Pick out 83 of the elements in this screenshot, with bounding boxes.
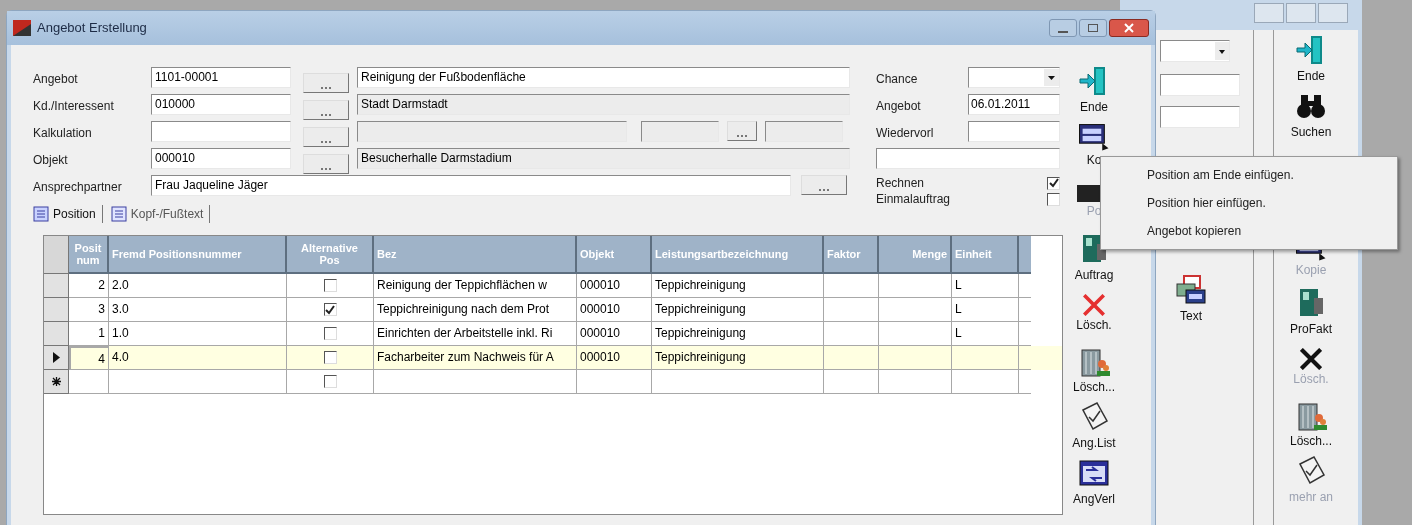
table-cell (69, 370, 109, 394)
field-label: Kd./Interessent (33, 98, 115, 115)
lookup-button[interactable] (303, 154, 349, 174)
calendar-arrow-icon (1079, 123, 1109, 151)
lookup-button[interactable] (303, 127, 349, 147)
chance-dropdown[interactable] (968, 67, 1060, 88)
table-cell: 1 (69, 322, 109, 346)
table-cell (952, 370, 1019, 394)
toolbar-button[interactable]: Lösch. (1063, 285, 1125, 341)
input-field[interactable] (765, 121, 843, 142)
code-field[interactable]: 010000 (151, 94, 291, 115)
grid-corner (44, 236, 69, 274)
field-label: Wiedervorl (876, 125, 935, 142)
tab[interactable]: Kopf-/Fußtext (110, 205, 211, 223)
contact-field[interactable]: Frau Jaqueline Jäger (151, 175, 791, 196)
minimize-button[interactable] (1049, 19, 1077, 37)
alternative-checkbox[interactable] (323, 279, 337, 292)
description-field[interactable]: Stadt Darmstadt (357, 94, 850, 115)
list-icon (33, 206, 49, 222)
code-field[interactable]: 000010 (151, 148, 291, 169)
table-cell (824, 370, 879, 394)
maximize-button[interactable] (1079, 19, 1107, 37)
toolbar-button[interactable]: ProFakt (1280, 283, 1342, 339)
input-field[interactable] (876, 148, 1060, 169)
close-icon (1124, 23, 1134, 33)
field-label: Objekt (33, 152, 69, 169)
delete-icon (1083, 294, 1105, 316)
date-field[interactable] (968, 121, 1060, 142)
app-logo-icon (13, 20, 31, 36)
minimize-button[interactable] (1254, 3, 1284, 23)
field-label: Angebot (876, 98, 922, 115)
toolbar-button[interactable]: Lösch... (1280, 395, 1342, 451)
alternative-checkbox[interactable] (323, 303, 337, 316)
delete-icon (1300, 348, 1322, 370)
window-title: Angebot Erstellung (37, 19, 148, 38)
header-filler (1019, 236, 1031, 274)
field-label: Angebot (33, 71, 79, 88)
maximize-button[interactable] (1286, 3, 1316, 23)
lookup-button[interactable] (801, 175, 847, 195)
menu-item[interactable]: Angebot kopieren (1101, 217, 1397, 245)
dropdown-caret-icon (1215, 42, 1229, 60)
dropdown-caret-icon (1044, 69, 1059, 86)
input-field[interactable] (1160, 106, 1240, 128)
date-field[interactable]: 06.01.2011 (968, 94, 1060, 115)
toolbar-button[interactable]: Ende (1280, 30, 1342, 86)
field-label: Chance (876, 71, 919, 88)
checkbox[interactable] (1047, 192, 1060, 206)
description-field[interactable] (357, 121, 627, 142)
close-button[interactable] (1109, 19, 1149, 37)
toolbar-button[interactable]: Ende (1063, 61, 1125, 117)
menu-item[interactable]: Position am Ende einfügen. (1101, 161, 1397, 189)
input-field[interactable] (641, 121, 719, 142)
checkbox[interactable] (1047, 176, 1060, 190)
dropdown[interactable] (1160, 40, 1230, 62)
alternative-checkbox[interactable] (323, 375, 337, 388)
grid-row[interactable]: 4 4.0 Facharbeiter zum Nachweis für A 000010 Teppichreinigung (44, 346, 1062, 370)
alternative-checkbox[interactable] (323, 351, 337, 364)
description-field[interactable]: Besucherhalle Darmstadium (357, 148, 850, 169)
checkbox-label: Einmalauftrag (876, 191, 951, 208)
lookup-button[interactable] (727, 121, 757, 141)
stacked-windows-icon (1174, 273, 1208, 307)
checkbox-label: Rechnen (876, 175, 925, 192)
lookup-button[interactable] (303, 73, 349, 93)
list-icon (110, 206, 127, 222)
toolbar-button[interactable]: Lösch... (1063, 341, 1125, 397)
alternative-checkbox[interactable] (323, 327, 337, 340)
code-field[interactable]: 1101-00001 (151, 67, 291, 88)
description-field[interactable]: Reinigung der Fußbodenfläche (357, 67, 850, 88)
code-field[interactable] (151, 121, 291, 142)
field-label: Ansprechpartner (33, 179, 123, 196)
toolbar-button[interactable]: Ang.List (1063, 397, 1125, 453)
toolbar-button[interactable]: AngVerl (1063, 453, 1125, 509)
row-selector[interactable] (44, 370, 69, 394)
tab[interactable]: Position (33, 205, 103, 223)
row-selector[interactable] (44, 346, 69, 370)
toolbar-button[interactable]: Suchen (1280, 86, 1342, 142)
field-label: Kalkulation (33, 125, 93, 142)
input-field[interactable] (1160, 74, 1240, 96)
new-row-icon (51, 377, 61, 386)
toolbar-button[interactable]: Text (1160, 270, 1222, 326)
lookup-button[interactable] (303, 100, 349, 120)
menu-item[interactable]: Position hier einfügen. (1101, 189, 1397, 217)
current-row-icon (52, 352, 60, 363)
